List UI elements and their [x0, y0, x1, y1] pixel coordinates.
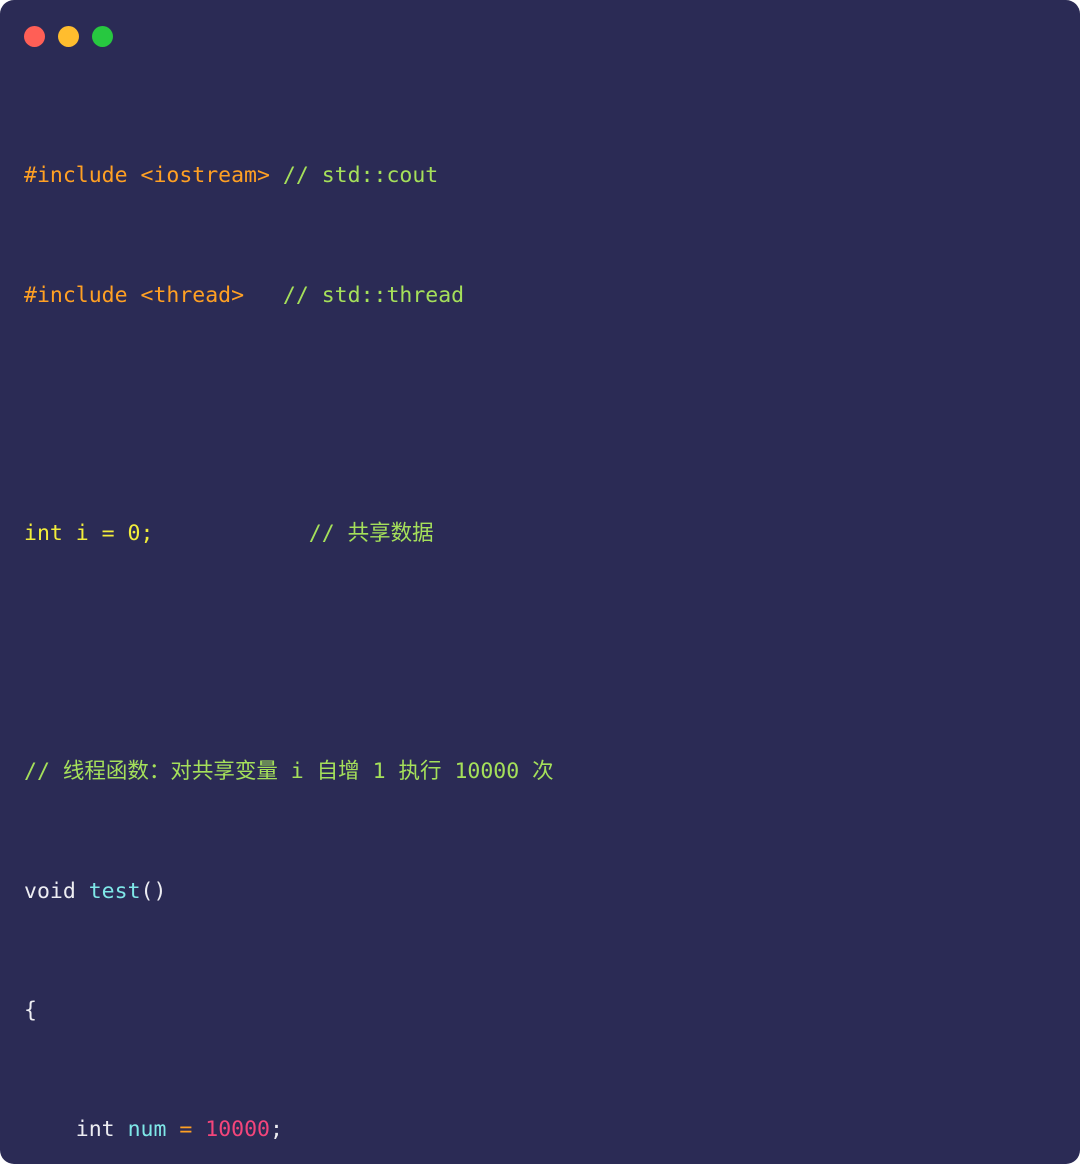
token-parens: (): [140, 878, 167, 904]
token-var-num: num: [127, 1116, 167, 1142]
code-window: #include <iostream> // std::cout #includ…: [0, 0, 1080, 1164]
code-line-7: void test(): [24, 877, 1080, 907]
token-comment-shared-data: // 共享数据: [308, 520, 434, 546]
token-brace-open: {: [24, 997, 37, 1023]
minimize-button[interactable]: [58, 25, 79, 47]
close-button[interactable]: [24, 25, 45, 47]
code-editor[interactable]: #include <iostream> // std::cout #includ…: [0, 72, 1080, 1164]
token-comment-thread-func: // 线程函数：对共享变量 i 自增 1 执行 10000 次: [24, 759, 554, 785]
code-line-9: int num = 10000;: [24, 1115, 1080, 1145]
window-titlebar: [0, 0, 1080, 72]
token-comment-thread: // std::thread: [282, 282, 465, 308]
token-include-thread: #include <thread>: [24, 282, 245, 308]
token-include-iostream: #include <iostream>: [24, 163, 270, 189]
code-line-4: int i = 0; // 共享数据: [24, 519, 1080, 549]
code-line-1: #include <iostream> // std::cout: [24, 161, 1080, 191]
token-global-var-decl: int i = 0;: [24, 520, 154, 546]
token-assign-op: =: [179, 1116, 193, 1142]
token-number-10000: 10000: [205, 1116, 270, 1142]
token-keyword-void: void: [24, 878, 89, 904]
token-type-int: int: [24, 1116, 128, 1142]
maximize-button[interactable]: [92, 25, 113, 47]
token-func-name-test: test: [88, 878, 141, 904]
code-line-6: // 线程函数：对共享变量 i 自增 1 执行 10000 次: [24, 757, 1080, 787]
token-semicolon: ;: [270, 1116, 283, 1142]
code-line-2: #include <thread> // std::thread: [24, 281, 1080, 311]
token-comment-cout: // std::cout: [282, 163, 439, 189]
code-line-8: {: [24, 996, 1080, 1026]
